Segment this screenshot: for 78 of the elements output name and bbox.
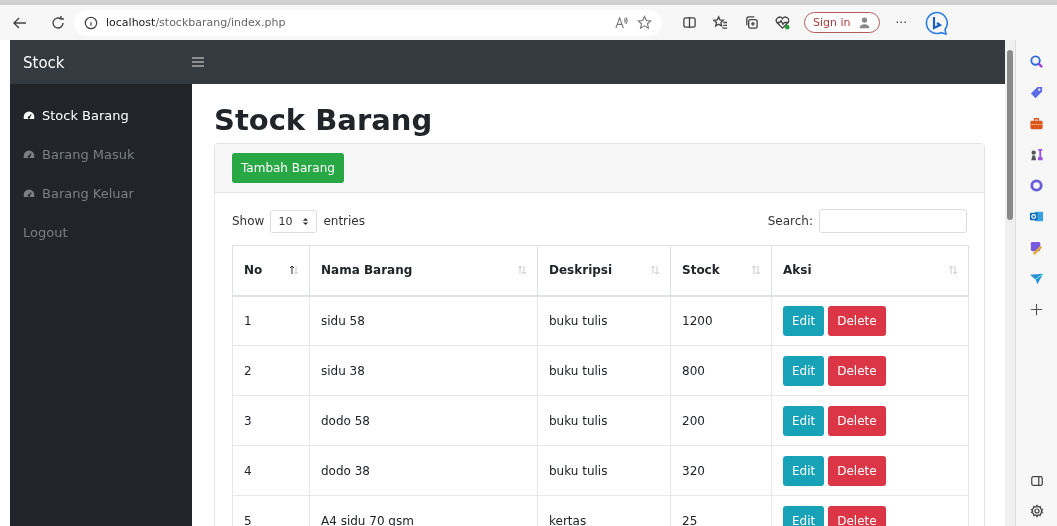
edit-button[interactable]: Edit: [783, 305, 825, 336]
spinner-arrows-icon: [302, 216, 310, 226]
table-cell: dodo 38: [309, 445, 538, 496]
star-icon[interactable]: [637, 15, 652, 30]
search-field[interactable]: [819, 209, 967, 233]
sort-arrows-icon[interactable]: [289, 265, 299, 276]
table-cell: 1200: [670, 295, 772, 346]
person-icon: [857, 16, 871, 29]
search-icon[interactable]: [1029, 54, 1044, 69]
column-header[interactable]: No: [232, 245, 310, 296]
chess-pieces-icon[interactable]: [1029, 147, 1044, 162]
table-cell: 1: [232, 295, 310, 346]
edit-button[interactable]: Edit: [783, 355, 825, 386]
ring-logo-icon[interactable]: [1029, 178, 1044, 193]
sidebar-item[interactable]: Logout: [10, 213, 192, 252]
split-screen-icon[interactable]: [682, 15, 697, 30]
favorites-icon[interactable]: [713, 15, 728, 30]
delete-button[interactable]: Delete: [828, 405, 886, 436]
table-cell: dodo 58: [309, 395, 538, 446]
edit-button[interactable]: Edit: [783, 505, 825, 526]
table-cell: 200: [670, 395, 772, 446]
briefcase-icon[interactable]: [1029, 116, 1044, 131]
delete-button[interactable]: Delete: [828, 505, 886, 526]
paper-plane-icon[interactable]: [1029, 271, 1044, 286]
sign-in-button[interactable]: Sign in: [804, 12, 880, 33]
chat-logo-icon: [925, 11, 948, 35]
table-cell: sidu 38: [309, 345, 538, 396]
edit-button[interactable]: Edit: [783, 405, 825, 436]
table-cell: buku tulis: [537, 295, 671, 346]
table-cell: 5: [232, 495, 310, 526]
gauge-icon: [23, 148, 35, 161]
delete-button[interactable]: Delete: [828, 455, 886, 486]
chat-logo-icon[interactable]: [925, 10, 949, 35]
heart-pulse-icon[interactable]: [775, 15, 790, 30]
mail-app-icon[interactable]: [1029, 209, 1044, 224]
settings-icon[interactable]: [1029, 504, 1044, 518]
sidebar-item[interactable]: Barang Masuk: [10, 135, 192, 174]
column-header[interactable]: Stock: [670, 245, 772, 296]
info-icon: [84, 15, 98, 30]
table-cell: buku tulis: [537, 395, 671, 446]
table-cell: buku tulis: [537, 345, 671, 396]
collections-icon[interactable]: [744, 15, 759, 30]
table-cell: 800: [670, 345, 772, 396]
read-aloud-icon[interactable]: [614, 15, 629, 30]
table-cell: 2: [232, 345, 310, 396]
sidebar-panel-icon[interactable]: [1029, 474, 1044, 488]
table-cell: 320: [670, 445, 772, 496]
column-header[interactable]: Deskripsi: [537, 245, 671, 296]
plus-icon[interactable]: [1029, 302, 1044, 317]
gauge-icon: [23, 187, 35, 200]
delete-button[interactable]: Delete: [828, 355, 886, 386]
search-label: Search:: [767, 214, 813, 228]
scrollbar-thumb[interactable]: [1007, 50, 1013, 220]
sidebar-item[interactable]: Stock Barang: [10, 96, 192, 135]
table-cell: 4: [232, 445, 310, 496]
edit-button[interactable]: Edit: [783, 455, 825, 486]
table-cell: sidu 58: [309, 295, 538, 346]
delete-button[interactable]: Delete: [828, 305, 886, 336]
tag-icon[interactable]: [1029, 85, 1044, 100]
page-size-select[interactable]: 10: [270, 209, 318, 233]
column-header[interactable]: Nama Barang: [309, 245, 538, 296]
refresh-icon[interactable]: [50, 14, 66, 31]
add-item-button[interactable]: Tambah Barang: [232, 153, 344, 183]
page-title: Stock Barang: [214, 103, 434, 137]
entries-label: entries: [323, 214, 365, 228]
brand-title[interactable]: Stock: [23, 53, 65, 72]
table-cell: 3: [232, 395, 310, 446]
scrollbar[interactable]: [1005, 40, 1015, 526]
menu-icon[interactable]: [192, 57, 204, 67]
address-bar[interactable]: localhost/stockbarang/index.php: [74, 9, 662, 36]
url-text[interactable]: localhost/stockbarang/index.php: [106, 16, 286, 29]
sidebar-item[interactable]: Barang Keluar: [10, 174, 192, 213]
table-cell: buku tulis: [537, 445, 671, 496]
image-edit-icon[interactable]: [1029, 240, 1044, 255]
more-menu-button[interactable]: ···: [895, 15, 907, 30]
gauge-icon: [23, 109, 35, 122]
show-label: Show: [232, 214, 265, 228]
column-header[interactable]: Aksi: [771, 245, 969, 296]
